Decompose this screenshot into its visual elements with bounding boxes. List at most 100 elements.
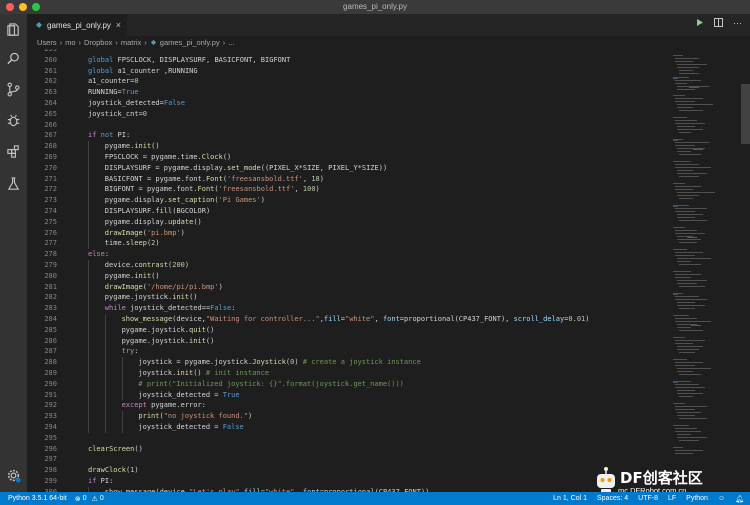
code-line[interactable]: 298 drawClock(1) [27, 465, 669, 476]
title-bar: games_pi_only.py [0, 0, 750, 15]
indent-guide [88, 335, 89, 347]
code-line[interactable]: 285 pygame.joystick.quit() [27, 324, 669, 336]
code-line[interactable]: 269 FPSCLOCK = pygame.time.Clock() [27, 152, 669, 163]
chevron-right-icon: › [78, 38, 82, 47]
more-actions-icon[interactable]: ⋯ [733, 18, 742, 29]
code-line[interactable]: 280 pygame.init() [27, 270, 669, 282]
code-line[interactable]: 289 joystick.init() # init instance [27, 368, 669, 379]
split-editor-icon[interactable] [714, 18, 723, 27]
problems-indicator[interactable]: ⊗ 0 ⚠ 0 [75, 495, 104, 503]
breadcrumb-item[interactable]: games_pi_only.py [160, 38, 220, 47]
breadcrumb-item[interactable]: Users [37, 38, 57, 47]
code-line[interactable]: 282 pygame.joystick.init() [27, 292, 669, 304]
language-mode[interactable]: Python [686, 495, 708, 503]
code-line[interactable]: 264 joystick_detected=False [27, 98, 669, 109]
code-line[interactable]: 292 except pygame.error: [27, 400, 669, 412]
indent-guide [121, 368, 123, 379]
minimap[interactable] [669, 49, 741, 492]
code-token: () [134, 444, 143, 453]
indent-guide [88, 173, 89, 185]
line-number: 271 [44, 174, 57, 183]
code-line[interactable]: 263 RUNNING=True [27, 87, 669, 98]
indent-guide [104, 335, 106, 347]
code-line[interactable]: 262 a1_counter=0 [27, 76, 669, 87]
scrollbar-thumb[interactable] [741, 84, 750, 144]
code-line[interactable]: 288 joystick = pygame.joystick.Joystick(0… [27, 357, 669, 368]
code-line[interactable]: 295 [27, 433, 669, 444]
code-line[interactable]: 297 [27, 454, 669, 465]
extensions-icon[interactable] [6, 144, 21, 159]
code-line[interactable]: 290 # print("Initialized joystick: {}".fo… [27, 378, 669, 390]
breadcrumb-item[interactable]: ... [228, 38, 234, 47]
code-line[interactable]: 271 BASICFONT = pygame.font.Font('freesan… [27, 173, 669, 185]
code-line[interactable]: 267 if not PI: [27, 130, 669, 141]
encoding[interactable]: UTF-8 [638, 495, 658, 503]
code-token: ) [585, 315, 590, 323]
code-line[interactable]: 260 global FPSCLOCK, DISPLAYSURF, BASICFO… [27, 55, 669, 66]
code-line[interactable]: 278 else: [27, 249, 669, 260]
code-editor[interactable]: 259 260 global FPSCLOCK, DISPLAYSURF, BASI… [27, 49, 669, 492]
search-icon[interactable] [6, 51, 21, 66]
code-line[interactable]: 279 device.contrast(200) [27, 260, 669, 271]
close-tab-icon[interactable]: × [116, 20, 121, 30]
code-line[interactable]: 277 time.sleep(2) [27, 238, 669, 250]
code-line[interactable]: 281 drawImage('/home/pi/pi.bmp') [27, 281, 669, 293]
code-line[interactable]: 284 show_message(device,"Waiting for cont… [27, 314, 669, 325]
indentation[interactable]: Spaces: 4 [597, 495, 628, 503]
code-text: joystick_detected=False [88, 98, 185, 109]
debug-icon[interactable] [6, 113, 21, 128]
source-control-icon[interactable] [6, 82, 21, 97]
code-line[interactable]: 293 print("no joystick found.") [27, 411, 669, 422]
code-line[interactable]: 291 joystick_detected = True [27, 389, 669, 401]
feedback-icon[interactable]: ☺ [718, 495, 725, 503]
warning-icon: ⚠ [91, 495, 98, 503]
code-token: False [222, 423, 244, 431]
code-line[interactable]: 287 try: [27, 346, 669, 358]
code-token: 'pi.bmp' [146, 228, 181, 237]
explorer-icon[interactable] [6, 22, 21, 37]
breadcrumb-item[interactable]: Dropbox [84, 38, 112, 47]
run-icon[interactable] [695, 18, 704, 27]
code-line[interactable]: 283 while joystick_detected==False: [27, 303, 669, 314]
code-line[interactable]: 265 joystick_cnt=0 [27, 109, 669, 120]
code-text: drawImage('/home/pi/pi.bmp') [105, 282, 223, 293]
code-line[interactable]: 276 drawImage('pi.bmp') [27, 227, 669, 239]
code-line[interactable]: 272 BIGFONT = pygame.font.Font('freesansb… [27, 184, 669, 196]
breadcrumb-item[interactable]: mo [65, 38, 75, 47]
code-line[interactable]: 273 pygame.display.set_caption('Pi Games'… [27, 195, 669, 206]
cursor-position[interactable]: Ln 1, Col 1 [553, 495, 587, 503]
code-line[interactable]: 261 global a1_counter ,RUNNING [27, 66, 669, 77]
tab-bar: games_pi_only.py × ⋯ [27, 14, 750, 36]
code-token: # init instance [205, 369, 270, 377]
code-line[interactable]: 268 pygame.init() [27, 141, 669, 152]
code-token: () [189, 293, 198, 302]
code-line[interactable]: 299 if PI: [27, 476, 669, 487]
notifications-icon[interactable]: 🔔︎ [735, 495, 744, 503]
line-number: 299 [44, 477, 57, 485]
python-interpreter[interactable]: Python 3.5.1 64-bit [8, 495, 67, 502]
code-token: BASICFONT = pygame.font. [104, 174, 206, 183]
code-token: drawImage [104, 282, 143, 291]
code-token: ) [319, 174, 324, 183]
code-line[interactable]: 286 pygame.joystick.init() [27, 335, 669, 347]
code-token: pygame.joystick. [104, 293, 173, 302]
code-token: fill [323, 315, 341, 323]
code-line[interactable]: 294 joystick_detected = False [27, 422, 669, 433]
code-token: init [189, 336, 206, 345]
settings-gear-icon[interactable] [6, 468, 21, 483]
code-token: : [231, 304, 236, 313]
line-number: 281 [44, 282, 57, 291]
test-flask-icon[interactable] [6, 176, 21, 191]
code-line[interactable]: 296 clearScreen() [27, 444, 669, 455]
code-token: pygame.error: [146, 401, 206, 410]
breadcrumb-item[interactable]: matrix [121, 38, 141, 47]
code-token: () [193, 369, 206, 377]
code-token: () [151, 271, 160, 280]
code-line[interactable]: 274 DISPLAYSURF.fill(BGCOLOR) [27, 206, 669, 217]
code-token: () [193, 217, 202, 226]
code-line[interactable]: 266 [27, 120, 669, 131]
code-line[interactable]: 275 pygame.display.update() [27, 216, 669, 228]
code-line[interactable]: 270 DISPLAYSURF = pygame.display.set_mode… [27, 162, 669, 174]
end-of-line[interactable]: LF [668, 495, 676, 503]
tab-games-pi-only[interactable]: games_pi_only.py × [27, 14, 127, 36]
